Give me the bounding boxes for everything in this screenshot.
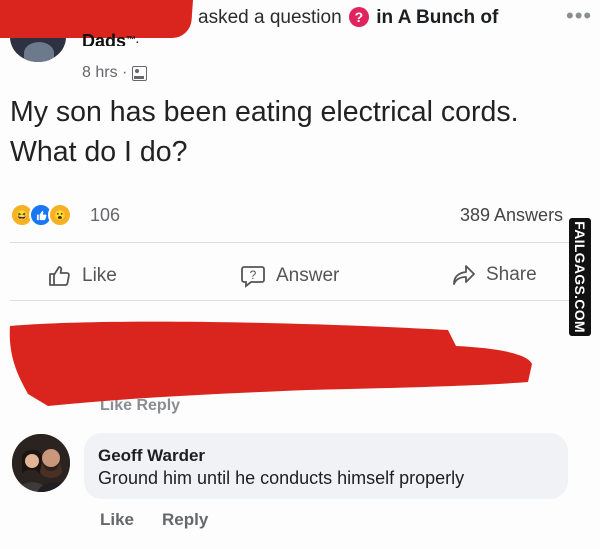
like-button[interactable]: Like <box>48 264 117 288</box>
comment-text: Ground him until he conducts himself pro… <box>98 468 465 488</box>
comment-bubble <box>84 433 568 499</box>
asked-text: asked a question <box>198 7 342 28</box>
group-name-continued-text[interactable]: Dads <box>82 32 126 46</box>
site-watermark: FAILGAGS.COM <box>569 218 591 336</box>
share-button-label: Share <box>486 264 537 285</box>
like-button-label: Like <box>82 265 117 286</box>
watermark-text: FAILGAGS.COM <box>572 221 588 333</box>
share-arrow-icon <box>452 264 476 286</box>
more-options-icon[interactable]: ••• <box>566 3 592 29</box>
answer-button-label: Answer <box>276 265 340 286</box>
question-bubble-icon: ? <box>240 264 266 288</box>
divider-top <box>10 242 590 243</box>
group-name[interactable]: in A Bunch of <box>376 7 498 28</box>
wow-reaction-icon: 😮 <box>48 203 72 227</box>
post-time[interactable]: 8 hrs · <box>82 64 127 82</box>
commenter-avatar[interactable] <box>12 434 70 492</box>
group-privacy-icon <box>132 65 148 81</box>
reaction-icons[interactable]: 😆 😮 <box>10 203 72 227</box>
redacted-comment <box>9 321 533 406</box>
comment-like-button[interactable]: Like <box>100 510 134 530</box>
group-name-continued[interactable]: Dads™. <box>82 32 139 46</box>
trademark-text: ™. <box>126 35 139 46</box>
comment-author[interactable]: Geoff Warder <box>98 446 205 466</box>
comment-reply-button[interactable]: Reply <box>162 510 208 530</box>
divider-bottom <box>10 300 590 301</box>
answer-button[interactable]: ? Answer <box>240 264 339 288</box>
svg-text:?: ? <box>250 268 257 282</box>
thumbs-up-icon <box>48 264 72 288</box>
post-question-text: My son has been eating electrical cords.… <box>10 96 519 168</box>
share-button[interactable]: Share <box>452 264 537 286</box>
answers-count[interactable]: 389 Answers <box>460 205 563 226</box>
reaction-count[interactable]: 106 <box>90 205 120 226</box>
question-mark-icon: ? <box>348 7 369 27</box>
post-header-line: asked a question ? in A Bunch of <box>198 7 498 29</box>
post-meta: 8 hrs · <box>82 64 148 82</box>
